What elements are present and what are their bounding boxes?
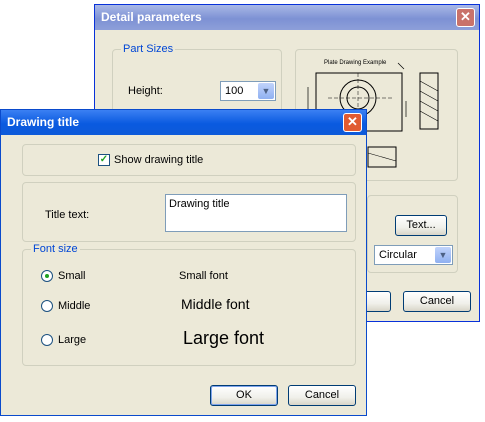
height-select[interactable]: 100 ▼	[220, 81, 276, 101]
close-icon[interactable]: ✕	[343, 113, 362, 132]
shape-value: Circular	[379, 249, 417, 261]
chevron-down-icon[interactable]: ▼	[258, 83, 274, 99]
ok-button[interactable]: OK	[210, 385, 278, 406]
small-radio-label[interactable]: Small	[58, 270, 86, 282]
text-button[interactable]: Text...	[395, 215, 447, 236]
large-radio-label[interactable]: Large	[58, 334, 86, 346]
show-title-checkbox[interactable]: ✓	[98, 154, 110, 166]
chevron-down-icon[interactable]: ▼	[435, 247, 451, 263]
part-sizes-legend: Part Sizes	[121, 43, 176, 55]
font-size-legend: Font size	[31, 243, 80, 255]
cancel-button[interactable]: Cancel	[288, 385, 356, 406]
height-label: Height:	[128, 85, 163, 97]
middle-radio[interactable]	[41, 300, 53, 312]
title-text-value: Drawing title	[169, 198, 230, 210]
shape-select[interactable]: Circular ▼	[374, 245, 453, 265]
close-icon[interactable]: ✕	[456, 8, 475, 27]
show-title-label[interactable]: Show drawing title	[114, 154, 203, 166]
window-title: Detail parameters	[101, 10, 202, 24]
height-value: 100	[225, 85, 244, 97]
large-font-sample: Large font	[183, 328, 265, 348]
middle-radio-label[interactable]: Middle	[58, 300, 90, 312]
detail-parameters-titlebar[interactable]: Detail parameters ✕	[95, 5, 479, 30]
drawing-title-titlebar[interactable]: Drawing title ✕	[1, 110, 366, 135]
small-font-sample: Small font	[179, 270, 228, 282]
preview-caption: Plate Drawing Example	[324, 60, 387, 66]
title-text-input[interactable]: Drawing title	[165, 194, 347, 232]
back-cancel-button[interactable]: Cancel	[403, 291, 471, 312]
window-title: Drawing title	[7, 115, 80, 129]
drawing-title-window: Drawing title ✕ ✓ Show drawing title Tit…	[0, 109, 367, 416]
title-text-label: Title text:	[45, 209, 90, 221]
middle-font-sample: Middle font	[181, 296, 250, 312]
large-radio[interactable]	[41, 334, 53, 346]
small-radio[interactable]	[41, 270, 53, 282]
